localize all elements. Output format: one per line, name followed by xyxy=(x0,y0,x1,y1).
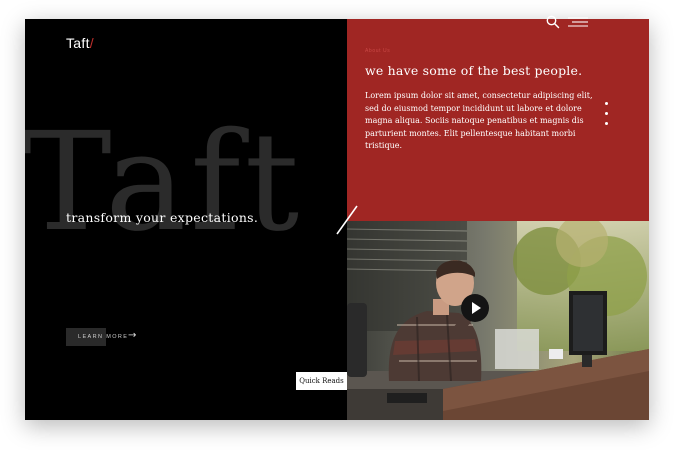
play-button[interactable] xyxy=(461,294,489,322)
section-body: Lorem ipsum dolor sit amet, consectetur … xyxy=(365,91,593,151)
section-eyebrow: About Us xyxy=(365,48,391,54)
learn-more-label[interactable]: LEARN MORE xyxy=(78,334,128,340)
arrow-right-icon[interactable]: → xyxy=(128,330,136,341)
slash-divider-icon xyxy=(336,205,358,235)
hamburger-menu-icon[interactable] xyxy=(568,16,590,28)
page-frame: Taft Taft/ transform your expectations. … xyxy=(25,19,649,420)
logo[interactable]: Taft/ xyxy=(66,35,94,51)
section-heading: we have some of the best people. xyxy=(365,63,583,78)
nav-dot[interactable] xyxy=(605,122,608,125)
hero-tagline: transform your expectations. xyxy=(66,210,259,225)
search-icon[interactable] xyxy=(545,14,561,30)
office-photo-image xyxy=(347,221,649,420)
nav-dot[interactable] xyxy=(605,102,608,105)
hero-background-word: Taft xyxy=(25,104,304,262)
hero-panel: Taft Taft/ transform your expectations. … xyxy=(25,19,347,420)
play-icon xyxy=(472,302,481,314)
quick-reads-button[interactable]: Quick Reads xyxy=(296,372,347,390)
vertical-dots-icon[interactable] xyxy=(603,102,611,128)
nav-dot[interactable] xyxy=(605,112,608,115)
office-photo xyxy=(347,221,649,420)
logo-slash: / xyxy=(89,35,94,51)
logo-text: Taft xyxy=(66,35,90,51)
